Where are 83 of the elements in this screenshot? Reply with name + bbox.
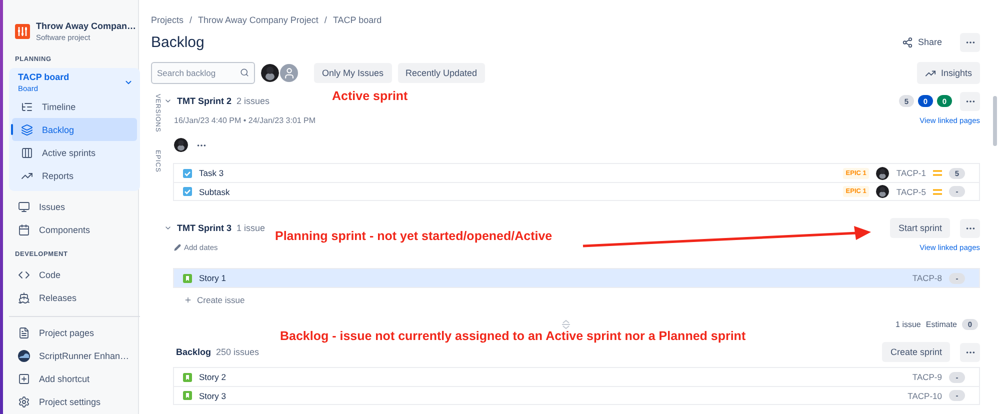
issue-summary: Story 1 — [199, 273, 227, 283]
more-button[interactable] — [960, 92, 980, 110]
project-name[interactable]: Throw Away Compan… — [36, 20, 136, 30]
collapse-caret-icon[interactable] — [164, 224, 172, 232]
pencil-icon — [174, 244, 181, 250]
issue-summary: Story 2 — [199, 372, 227, 382]
code-icon — [18, 268, 30, 280]
task-check-icon — [183, 187, 192, 196]
sprint-issue-total: 1 issue — [896, 320, 921, 328]
issue-key[interactable]: TACP-10 — [908, 390, 942, 400]
nav-item[interactable]: Timeline — [12, 95, 138, 118]
sprint-name: TMT Sprint 2 — [177, 96, 232, 106]
ship-icon — [18, 292, 30, 304]
issue-count: 1 issue — [236, 223, 266, 233]
insights-button[interactable]: Insights — [916, 62, 980, 84]
nav-item[interactable]: Active sprints — [12, 141, 138, 164]
nav-item[interactable]: Project pages — [9, 321, 140, 344]
plus-icon — [184, 296, 192, 304]
nav-item[interactable]: Project settings — [9, 390, 140, 413]
chevron-icon[interactable] — [124, 78, 134, 87]
monitor-icon — [18, 200, 30, 212]
annotation-text: Planning sprint - not yet started/opened/Active — [275, 229, 552, 243]
project-logo-icon — [15, 24, 30, 38]
avatar — [174, 138, 188, 152]
nav-item[interactable]: Add shortcut — [9, 367, 140, 390]
sprint-name: TMT Sprint 3 — [177, 223, 232, 233]
more-button[interactable] — [960, 32, 980, 52]
breadcrumb-link[interactable]: Throw Away Company Project — [198, 15, 318, 25]
annotation-text: Active sprint — [332, 89, 408, 103]
add-shortcut-icon — [18, 372, 30, 384]
issue-summary: Story 3 — [199, 390, 227, 400]
issue-summary: Subtask — [199, 186, 231, 196]
create-issue-button[interactable]: Create issue — [184, 294, 980, 306]
user-avatar-icon — [280, 64, 298, 82]
quick-filter-button[interactable]: Only My Issues — [314, 63, 392, 83]
search-icon — [240, 68, 249, 77]
search-field[interactable]: Search backlog — [151, 62, 255, 84]
issue-count: 250 issues — [216, 347, 260, 357]
issue-key[interactable]: TACP-1 — [896, 168, 926, 178]
nav-item[interactable]: Code — [9, 263, 140, 286]
breadcrumb-link[interactable]: Projects — [151, 15, 184, 25]
scrollbar[interactable] — [993, 96, 997, 146]
breadcrumb-separator: / — [324, 15, 327, 25]
sprint-action-button[interactable]: Start sprint — [890, 218, 950, 238]
quick-filter-button[interactable]: Recently Updated — [398, 63, 486, 83]
more-button[interactable] — [960, 342, 980, 362]
timeline-icon — [21, 100, 33, 112]
nav-item[interactable]: Backlog — [12, 118, 138, 141]
settings-icon — [18, 396, 30, 408]
sprint-action-button[interactable]: Create sprint — [882, 342, 950, 362]
board-name[interactable]: TACP board — [18, 72, 70, 82]
nav-item[interactable]: ScriptRunner Enhan… — [9, 344, 140, 367]
task-check-icon — [183, 168, 192, 178]
share-button[interactable]: Share — [896, 32, 948, 52]
issue-key[interactable]: TACP-5 — [896, 186, 926, 196]
avatar — [261, 64, 279, 82]
collapse-caret-icon[interactable] — [164, 97, 172, 105]
annotation-text: Backlog - issue not currently assigned to an Active sprint nor a Planned sprint — [280, 329, 746, 343]
stacked-layers-icon — [21, 124, 33, 136]
nav-item[interactable]: Components — [9, 218, 140, 241]
issue-key[interactable]: TACP-8 — [912, 273, 942, 283]
columns-icon — [21, 146, 33, 158]
issue-key[interactable]: TACP-9 — [912, 372, 942, 382]
breadcrumb-link[interactable]: TACP board — [332, 15, 382, 25]
sprint-dates: 16/Jan/23 4:40 PM • 24/Jan/23 3:01 PM — [174, 116, 316, 124]
calendar-icon — [18, 224, 30, 236]
issue-summary: Task 3 — [199, 168, 225, 178]
story-bookmark-icon — [183, 372, 192, 382]
nav-item[interactable]: Releases — [9, 286, 140, 309]
page-title: Backlog — [151, 34, 204, 50]
issue-count: 2 issues — [236, 96, 270, 106]
more-button[interactable] — [960, 218, 980, 238]
resize-handle-icon[interactable] — [562, 320, 570, 328]
sprint-name: Backlog — [176, 347, 212, 357]
story-bookmark-icon — [183, 391, 192, 400]
wave-circle-icon — [18, 350, 30, 362]
share-icon — [902, 36, 913, 48]
page-icon — [18, 326, 30, 338]
estimate-label: Estimate — [926, 320, 957, 328]
nav-item[interactable]: Reports — [12, 164, 138, 187]
breadcrumb-separator: / — [190, 15, 192, 25]
nav-item[interactable]: Issues — [9, 195, 140, 218]
story-bookmark-icon — [183, 274, 192, 282]
